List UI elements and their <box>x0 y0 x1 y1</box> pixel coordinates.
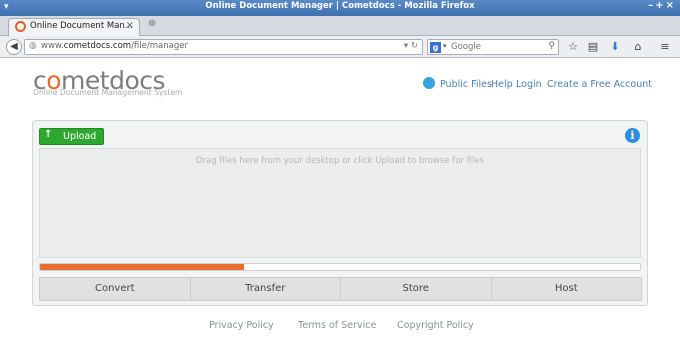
browser-tab[interactable]: Online Document Man... × <box>8 18 140 36</box>
drop-hint: Drag files here from your desktop or cli… <box>196 156 484 166</box>
search-icon[interactable]: ⚲ <box>548 41 555 51</box>
copyright-policy-link[interactable]: Copyright Policy <box>397 320 474 331</box>
help-link[interactable]: Help <box>491 79 513 90</box>
create-account-link[interactable]: Create a Free Account <box>547 79 652 90</box>
upload-label: Upload <box>63 131 97 142</box>
new-tab-icon[interactable]: ⊕ <box>148 18 156 29</box>
url-text[interactable]: www.cometdocs.com/file/manager <box>41 41 188 51</box>
tab-store[interactable]: Store <box>340 277 492 301</box>
window-title: Online Document Manager | Cometdocs - Mo… <box>205 1 475 11</box>
cometdocs-favicon-icon <box>15 21 26 32</box>
upload-progress-fill <box>40 264 244 270</box>
upload-arrow-icon: ↑ <box>44 129 53 140</box>
logo-tagline: Online Document Management System <box>33 88 183 97</box>
download-icon[interactable]: ⬇ <box>607 39 623 55</box>
bookmark-star-icon[interactable]: ☆ <box>565 39 581 55</box>
google-engine-icon[interactable]: g <box>430 42 441 53</box>
url-bar[interactable]: ◍ www.cometdocs.com/file/manager ▾ ↻ <box>24 39 423 55</box>
clipboard-icon[interactable]: ▤ <box>585 39 601 55</box>
back-button[interactable]: ◀ <box>6 39 22 55</box>
tab-strip: Online Document Man... × ⊕ <box>0 16 680 36</box>
dropdown-icon: ▾ <box>403 41 409 51</box>
tab-convert[interactable]: Convert <box>39 277 191 301</box>
engine-dropdown-icon[interactable]: ▾ <box>443 42 447 50</box>
navigation-bar: ◀ ◍ www.cometdocs.com/file/manager ▾ ↻ g… <box>0 36 680 58</box>
menu-icon[interactable]: ≡ <box>657 39 673 55</box>
public-files-link[interactable]: Public Files <box>440 79 492 90</box>
window-controls[interactable]: –+× <box>648 0 676 11</box>
upload-button[interactable]: ↑ Upload <box>39 128 104 145</box>
tab-host[interactable]: Host <box>490 277 642 301</box>
tab-title: Online Document Man... <box>30 21 133 31</box>
tab-close-icon[interactable]: × <box>126 20 134 31</box>
back-arrow-icon: ◀ <box>10 41 18 52</box>
tab-transfer[interactable]: Transfer <box>189 277 341 301</box>
url-controls[interactable]: ▾ ↻ <box>404 41 418 51</box>
file-drop-zone[interactable]: Drag files here from your desktop or cli… <box>39 148 641 258</box>
home-icon[interactable]: ⌂ <box>630 39 646 55</box>
action-tabs: Convert Transfer Store Host <box>39 277 642 301</box>
login-link[interactable]: Login <box>516 79 542 90</box>
globe-icon: ◍ <box>29 41 37 51</box>
search-input[interactable] <box>451 41 543 53</box>
reload-icon: ↻ <box>410 41 418 51</box>
search-bar[interactable]: g ▾ ⚲ <box>427 39 559 55</box>
lightbulb-icon <box>423 77 435 89</box>
window-titlebar: ▾ Online Document Manager | Cometdocs - … <box>0 0 680 16</box>
info-icon[interactable]: i <box>625 128 640 143</box>
terms-of-service-link[interactable]: Terms of Service <box>298 320 376 331</box>
upload-progress-bar <box>39 263 641 271</box>
privacy-policy-link[interactable]: Privacy Policy <box>209 320 274 331</box>
